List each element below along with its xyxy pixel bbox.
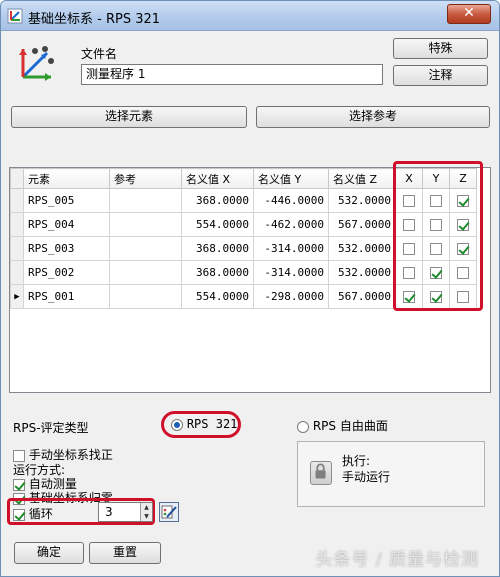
cell-nominal-y[interactable]: -314.0000 xyxy=(253,260,329,285)
radio-rps-321[interactable]: RPS 321 xyxy=(171,417,237,431)
stepper-up-icon[interactable]: ▲ xyxy=(141,503,152,512)
cell-reference[interactable] xyxy=(109,260,182,285)
cell-element[interactable]: RPS_001 xyxy=(23,284,110,309)
stepper-down-icon[interactable]: ▼ xyxy=(141,512,152,521)
cell-reference[interactable] xyxy=(109,284,182,309)
execute-value: 手动运行 xyxy=(342,470,391,484)
file-name-label: 文件名 xyxy=(81,47,118,61)
loop-count-value: 3 xyxy=(105,505,113,519)
cell-element[interactable]: RPS_003 xyxy=(23,236,110,261)
title-bar[interactable]: 基础坐标系 - RPS 321 ✕ xyxy=(1,1,499,31)
xyz-highlight-box xyxy=(393,161,483,311)
radio-rps-321-label: RPS 321 xyxy=(186,417,238,431)
watermark-text: 头条号 / 质量与检测 xyxy=(315,550,479,570)
rps-coordinate-icon xyxy=(19,46,54,81)
cell-nominal-x[interactable]: 554.0000 xyxy=(181,284,254,309)
cell-nominal-x[interactable]: 368.0000 xyxy=(181,236,254,261)
cell-reference[interactable] xyxy=(109,188,182,213)
row-header[interactable] xyxy=(10,188,24,213)
loop-label: 循环 xyxy=(28,507,53,521)
select-elements-button[interactable]: 选择元素 xyxy=(11,106,247,128)
cell-nominal-x[interactable]: 554.0000 xyxy=(181,212,254,237)
column-header-element[interactable]: 元素 xyxy=(23,168,110,189)
manual-align-checkbox[interactable] xyxy=(13,449,25,462)
row-header-corner xyxy=(10,168,24,189)
row-header[interactable] xyxy=(10,212,24,237)
column-header-nominal-x[interactable]: 名义值 X xyxy=(181,168,254,189)
cell-reference[interactable] xyxy=(109,212,182,237)
row-header[interactable] xyxy=(10,236,24,261)
execute-panel: 执行: 手动运行 xyxy=(297,441,485,507)
radio-rps-freeform-label: RPS 自由曲面 xyxy=(312,419,388,433)
loop-option[interactable]: 循环 xyxy=(13,505,53,522)
ok-button[interactable]: 确定 xyxy=(14,542,84,564)
loop-count-stepper[interactable]: 3 ▲ ▼ xyxy=(98,502,153,522)
loop-checkbox[interactable] xyxy=(13,508,25,521)
manual-align-label: 手动坐标系找正 xyxy=(28,448,113,462)
dialog-window: 基础坐标系 - RPS 321 ✕ 文件名 测量程序 1 特殊 注释 选择元素 … xyxy=(0,0,500,577)
select-reference-button[interactable]: 选择参考 xyxy=(256,106,490,128)
stepper-arrows[interactable]: ▲ ▼ xyxy=(140,503,152,521)
cell-nominal-y[interactable]: -446.0000 xyxy=(253,188,329,213)
cell-nominal-y[interactable]: -462.0000 xyxy=(253,212,329,237)
execute-label: 执行: xyxy=(342,454,371,468)
radio-rps-321-dot[interactable] xyxy=(171,418,183,431)
coordinate-system-icon xyxy=(7,8,23,24)
cell-element[interactable]: RPS_004 xyxy=(23,212,110,237)
cell-nominal-x[interactable]: 368.0000 xyxy=(181,188,254,213)
cell-nominal-y[interactable]: -298.0000 xyxy=(253,284,329,309)
cell-nominal-z[interactable]: 567.0000 xyxy=(328,212,396,237)
manual-run-icon xyxy=(310,461,332,485)
row-header[interactable] xyxy=(10,260,24,285)
column-header-nominal-z[interactable]: 名义值 Z xyxy=(328,168,396,189)
radio-rps-freeform-dot[interactable] xyxy=(297,420,309,433)
column-header-reference[interactable]: 参考 xyxy=(109,168,182,189)
cell-reference[interactable] xyxy=(109,236,182,261)
cell-element[interactable]: RPS_002 xyxy=(23,260,110,285)
cell-nominal-x[interactable]: 368.0000 xyxy=(181,260,254,285)
edit-loop-icon[interactable] xyxy=(159,502,179,522)
radio-rps-freeform[interactable]: RPS 自由曲面 xyxy=(297,417,388,434)
cell-nominal-y[interactable]: -314.0000 xyxy=(253,236,329,261)
close-button[interactable]: ✕ xyxy=(447,4,491,24)
eval-type-label: RPS-评定类型 xyxy=(13,421,89,435)
cell-nominal-z[interactable]: 532.0000 xyxy=(328,260,396,285)
reset-button[interactable]: 重置 xyxy=(89,542,161,564)
cell-nominal-z[interactable]: 532.0000 xyxy=(328,236,396,261)
column-header-nominal-y[interactable]: 名义值 Y xyxy=(253,168,329,189)
special-button[interactable]: 特殊 xyxy=(393,38,488,59)
cell-nominal-z[interactable]: 532.0000 xyxy=(328,188,396,213)
file-name-input[interactable]: 测量程序 1 xyxy=(81,64,383,85)
comment-button[interactable]: 注释 xyxy=(393,65,488,86)
cell-nominal-z[interactable]: 567.0000 xyxy=(328,284,396,309)
cell-element[interactable]: RPS_005 xyxy=(23,188,110,213)
window-title: 基础坐标系 - RPS 321 xyxy=(28,12,161,27)
row-header[interactable]: ▶ xyxy=(10,284,24,309)
